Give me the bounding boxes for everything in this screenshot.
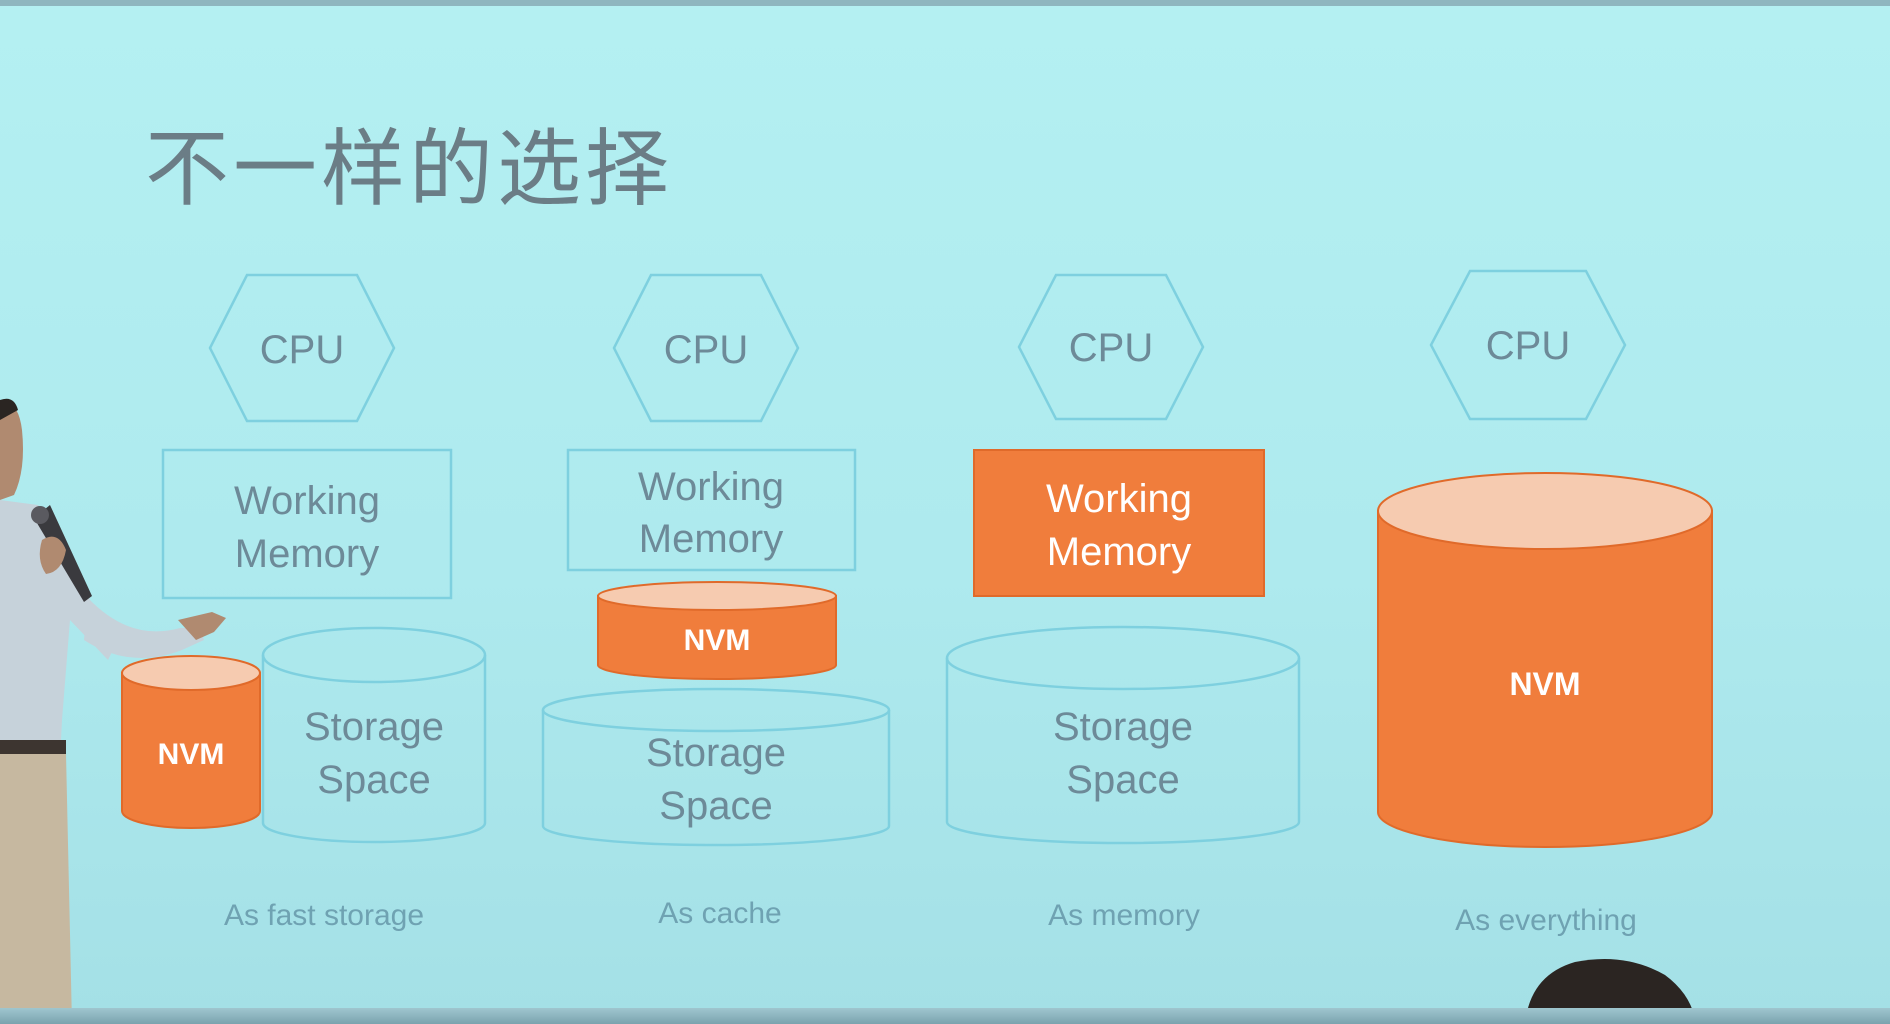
column-cache: CPU Working Memory NVM Storage Space As … [541, 273, 891, 930]
architecture-diagram: CPU Working Memory Storage Space NVM As … [0, 269, 1713, 1024]
nvm-label: NVM [1509, 666, 1580, 702]
working-memory-label-line2: Memory [235, 532, 379, 576]
working-memory-label-line2: Memory [1047, 530, 1191, 574]
working-memory-nvm-box [973, 449, 1265, 597]
nvm-cylinder [1377, 472, 1713, 848]
nvm-label: NVM [684, 624, 751, 657]
storage-label-line2: Space [1066, 758, 1179, 802]
column-everything: CPU NVM As everything [1377, 269, 1713, 937]
working-memory-label-line1: Working [234, 479, 380, 523]
storage-label-line1: Storage [304, 705, 444, 749]
storage-label-line2: Space [317, 758, 430, 802]
cpu-label: CPU [1486, 324, 1570, 368]
caption-everything: As everything [1455, 904, 1637, 937]
cpu-label: CPU [664, 328, 748, 372]
cpu-label: CPU [1069, 326, 1153, 370]
column-memory: CPU Working Memory Storage Space As memo… [945, 273, 1301, 932]
storage-label-line1: Storage [646, 731, 786, 775]
projector-frame-bottom [0, 1008, 1890, 1024]
nvm-label: NVM [158, 738, 225, 771]
cpu-label: CPU [260, 328, 344, 372]
working-memory-label-line1: Working [1046, 477, 1192, 521]
working-memory-label-line2: Memory [639, 517, 783, 561]
column-fast-storage: CPU Working Memory Storage Space NVM As … [121, 273, 487, 932]
caption-fast-storage: As fast storage [224, 899, 424, 932]
storage-label-line2: Space [659, 784, 772, 828]
working-memory-label-line1: Working [638, 465, 784, 509]
caption-memory: As memory [1048, 899, 1200, 932]
caption-cache: As cache [658, 897, 781, 930]
storage-label-line1: Storage [1053, 705, 1193, 749]
